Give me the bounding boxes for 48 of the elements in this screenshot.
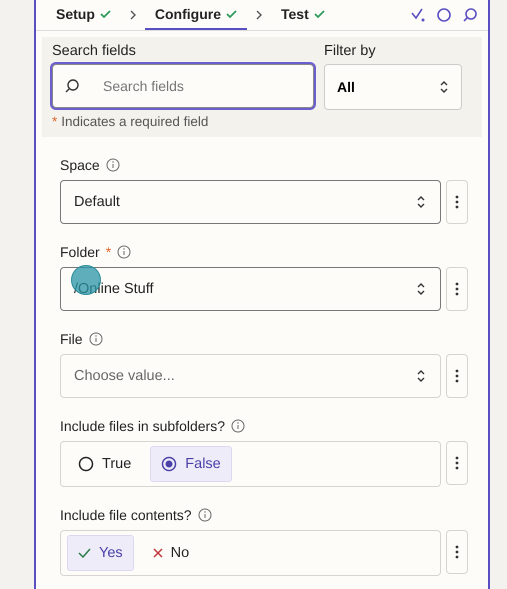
kebab-icon xyxy=(455,545,459,559)
search-icon xyxy=(64,78,80,94)
chevron-right-icon xyxy=(255,9,263,21)
radio-icon xyxy=(78,456,94,472)
search-field[interactable]: Search fields xyxy=(52,64,314,108)
chevron-right-icon xyxy=(128,9,137,21)
required-note: Indicates a required field xyxy=(61,114,208,129)
info-icon[interactable] xyxy=(231,419,245,433)
select-field[interactable]: Default xyxy=(60,180,441,224)
field-label: Include file contents? xyxy=(60,507,192,523)
info-icon[interactable] xyxy=(88,332,103,346)
kebab-icon xyxy=(455,282,459,296)
info-icon[interactable] xyxy=(198,508,212,522)
filter-label: Filter by xyxy=(324,43,377,59)
kebab-icon xyxy=(455,195,459,209)
kebab-icon xyxy=(455,369,459,383)
radio-icon xyxy=(161,456,178,472)
required-mark: * xyxy=(106,244,112,260)
updown-chevron-icon xyxy=(416,195,426,209)
kebab-icon xyxy=(455,456,459,470)
step-tab[interactable]: Configure xyxy=(144,0,247,30)
radio-option[interactable]: True xyxy=(67,446,142,482)
check-icon xyxy=(78,548,91,558)
filter-select[interactable]: All xyxy=(324,64,462,110)
updown-chevron-icon xyxy=(416,369,426,383)
toggle-option[interactable]: No xyxy=(142,535,200,571)
cross-icon xyxy=(152,548,163,558)
circle-icon[interactable] xyxy=(436,7,452,23)
sparkle-check-icon[interactable] xyxy=(410,7,426,23)
field-label: Space xyxy=(60,157,100,173)
radio-option[interactable]: False xyxy=(150,446,232,482)
field-label: Include files in subfolders? xyxy=(60,418,225,434)
check-icon xyxy=(314,10,325,18)
info-icon[interactable] xyxy=(117,245,132,259)
updown-chevron-icon xyxy=(416,282,426,296)
check-icon xyxy=(226,10,237,18)
updown-chevron-icon xyxy=(439,80,449,94)
toggle-option[interactable]: Yes xyxy=(67,535,134,571)
check-icon xyxy=(100,10,111,18)
required-mark: * xyxy=(52,114,58,129)
field-label: File xyxy=(60,331,83,347)
select-field[interactable]: Choose value... xyxy=(60,354,441,398)
step-tab[interactable]: Setup xyxy=(46,0,121,30)
search-label: Search fields xyxy=(52,43,137,59)
step-tab[interactable]: Test xyxy=(271,0,335,30)
info-icon[interactable] xyxy=(106,158,120,172)
search-icon[interactable] xyxy=(462,7,478,23)
field-label: Folder xyxy=(60,244,100,260)
